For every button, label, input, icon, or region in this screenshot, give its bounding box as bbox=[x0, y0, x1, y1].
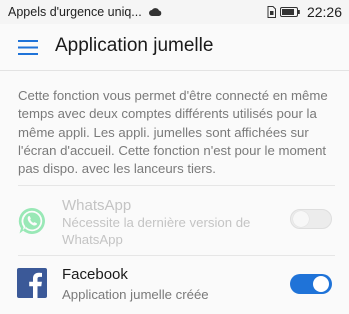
app-row-facebook: Facebook Application jumelle créée bbox=[0, 256, 349, 312]
toggle-knob bbox=[313, 276, 329, 292]
battery-icon bbox=[279, 7, 300, 17]
app-bar: Application jumelle bbox=[0, 24, 349, 71]
status-left: Appels d'urgence uniq... bbox=[8, 5, 162, 19]
facebook-icon bbox=[17, 268, 47, 298]
page-title: Application jumelle bbox=[55, 35, 214, 56]
toggle-knob bbox=[293, 211, 309, 227]
app-subtitle-facebook: Application jumelle créée bbox=[62, 287, 209, 302]
clock-time: 22:26 bbox=[306, 4, 342, 20]
app-subtitle-whatsapp: Nécessite la dernière version de WhatsAp… bbox=[62, 215, 251, 247]
feature-description: Cette fonction vous permet d'être connec… bbox=[18, 88, 328, 177]
app-name-whatsapp: WhatsApp bbox=[62, 197, 132, 214]
app-name-facebook: Facebook bbox=[62, 266, 128, 283]
cloud-icon bbox=[148, 8, 162, 16]
whatsapp-icon bbox=[18, 207, 45, 234]
status-right: 22:26 bbox=[267, 4, 342, 20]
app-row-whatsapp: WhatsApp Nécessite la dernière version d… bbox=[0, 186, 349, 254]
toggle-facebook[interactable] bbox=[290, 274, 332, 294]
sim-card-icon bbox=[267, 6, 276, 18]
hamburger-menu-icon[interactable] bbox=[18, 40, 38, 55]
status-bar: Appels d'urgence uniq... 22:26 bbox=[0, 0, 349, 24]
carrier-text: Appels d'urgence uniq... bbox=[8, 5, 142, 19]
toggle-whatsapp[interactable] bbox=[290, 209, 332, 229]
